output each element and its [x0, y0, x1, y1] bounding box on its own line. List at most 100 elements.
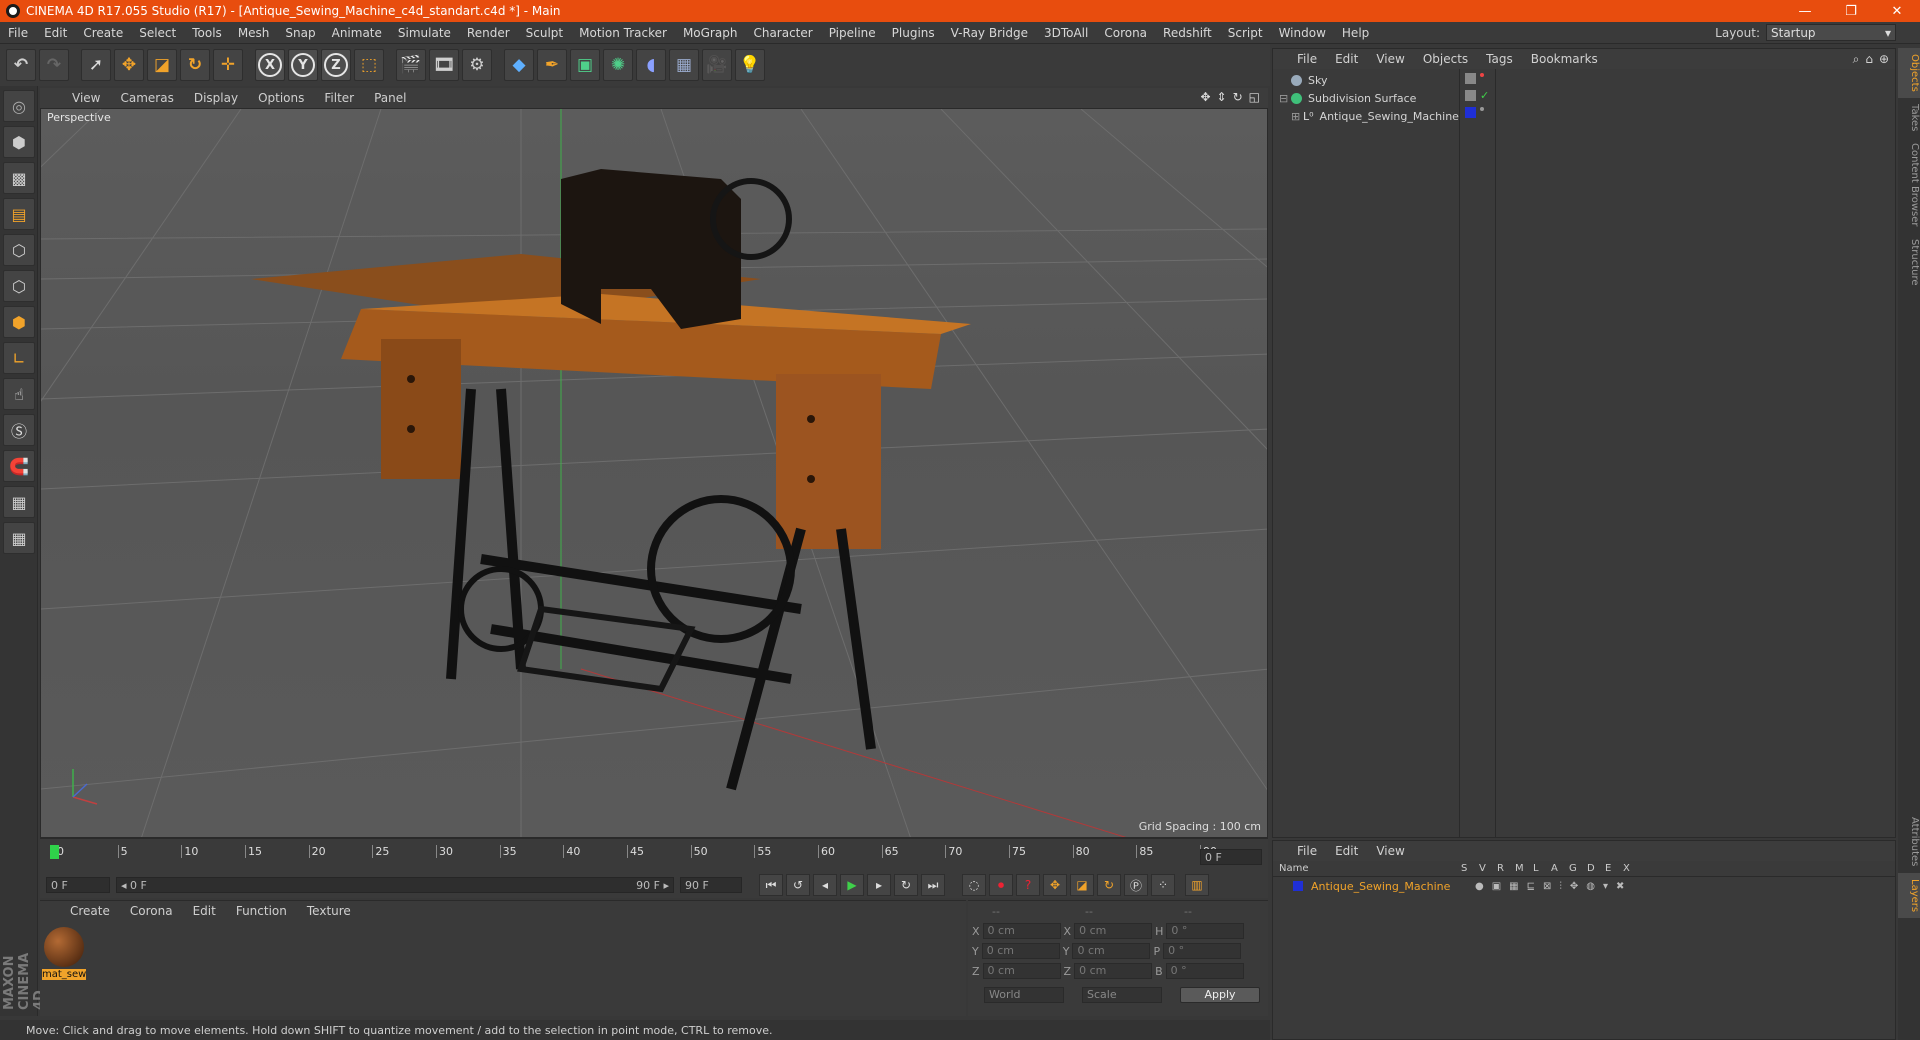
z-axis-button[interactable]: Z: [321, 49, 351, 81]
apply-button[interactable]: Apply: [1180, 987, 1260, 1003]
minimize-button[interactable]: —: [1782, 0, 1828, 22]
tab-objects[interactable]: Objects: [1898, 48, 1920, 98]
tab-layers[interactable]: Layers: [1898, 872, 1920, 918]
tab-structure[interactable]: Structure: [1898, 233, 1920, 292]
y-axis-button[interactable]: Y: [288, 49, 318, 81]
menu-file[interactable]: File: [0, 26, 36, 40]
timeline-window-button[interactable]: ▥: [1185, 874, 1209, 896]
key-rotation-button[interactable]: ↻: [1097, 874, 1121, 896]
object-menu-objects[interactable]: Objects: [1415, 52, 1476, 66]
auto-key-button[interactable]: ?: [1016, 874, 1040, 896]
viewport-rotate-icon[interactable]: ↻: [1233, 90, 1243, 104]
texture-mode-icon[interactable]: ▩: [3, 162, 35, 194]
menu-3dtoall[interactable]: 3DToAll: [1036, 26, 1096, 40]
size-x-field[interactable]: 0 cm: [1074, 923, 1153, 939]
menu-corona[interactable]: Corona: [1096, 26, 1155, 40]
snap-magnet-icon[interactable]: 🧲: [3, 450, 35, 482]
select-tool-button[interactable]: ➚: [81, 49, 111, 81]
layer-toggle-icons[interactable]: ●▣▦⊑⊠⫶✥◍▾✖: [1475, 881, 1632, 892]
workplane-icon[interactable]: ▤: [3, 198, 35, 230]
move-tool-button[interactable]: ✥: [114, 49, 144, 81]
menu-select[interactable]: Select: [131, 26, 184, 40]
tweak-mode-icon[interactable]: ☝: [3, 378, 35, 410]
object-row-subdivision-surface[interactable]: ⊟ Subdivision Surface: [1279, 89, 1416, 107]
object-menu-view[interactable]: View: [1368, 52, 1412, 66]
sewing-machine-model[interactable]: [251, 169, 971, 791]
undo-button[interactable]: ↶: [6, 49, 36, 81]
layer-menu-file[interactable]: File: [1289, 844, 1325, 858]
key-parameter-button[interactable]: Ⓟ: [1124, 874, 1148, 896]
expand-icon[interactable]: ⊞: [1291, 110, 1303, 123]
menu-help[interactable]: Help: [1334, 26, 1377, 40]
object-row-sky[interactable]: Sky: [1279, 71, 1327, 89]
menu-create[interactable]: Create: [75, 26, 131, 40]
viewport-menu-view[interactable]: View: [64, 91, 108, 105]
coord-system-select[interactable]: World: [984, 987, 1064, 1003]
layer-row[interactable]: Antique_Sewing_Machine ●▣▦⊑⊠⫶✥◍▾✖: [1273, 877, 1895, 895]
points-mode-icon[interactable]: ⬡: [3, 234, 35, 266]
viewport-menu-panel[interactable]: Panel: [366, 91, 414, 105]
position-x-field[interactable]: 0 cm: [982, 923, 1061, 939]
transform-tool-button[interactable]: ✛: [213, 49, 243, 81]
key-pla-button[interactable]: ⁘: [1151, 874, 1175, 896]
frame-range-slider[interactable]: ◂ 0 F 90 F ▸: [116, 877, 674, 893]
home-icon[interactable]: ⌂: [1865, 52, 1873, 67]
previous-key-button[interactable]: ↺: [786, 874, 810, 896]
maximize-button[interactable]: ❐: [1828, 0, 1874, 22]
object-menu-edit[interactable]: Edit: [1327, 52, 1366, 66]
layout-select[interactable]: Startup ▾: [1766, 24, 1896, 41]
layer-menu-view[interactable]: View: [1368, 844, 1412, 858]
floor-button[interactable]: ▦: [669, 49, 699, 81]
search-icon[interactable]: ⌕: [1853, 52, 1860, 67]
menu-snap[interactable]: Snap: [277, 26, 323, 40]
menu-sculpt[interactable]: Sculpt: [518, 26, 571, 40]
tab-attributes[interactable]: Attributes: [1898, 811, 1920, 872]
menu-render[interactable]: Render: [459, 26, 518, 40]
material-menu-corona[interactable]: Corona: [122, 904, 181, 918]
playhead-marker[interactable]: [50, 845, 59, 859]
viewport-maximize-icon[interactable]: ◱: [1249, 90, 1260, 104]
solo-icon[interactable]: Ⓢ: [3, 414, 35, 446]
menu-script[interactable]: Script: [1220, 26, 1271, 40]
collapse-icon[interactable]: ⊟: [1279, 92, 1291, 105]
deformer-button[interactable]: ◖: [636, 49, 666, 81]
size-z-field[interactable]: 0 cm: [1074, 963, 1153, 979]
menu-mesh[interactable]: Mesh: [230, 26, 278, 40]
viewport-menu-filter[interactable]: Filter: [316, 91, 362, 105]
object-menu-bookmarks[interactable]: Bookmarks: [1523, 52, 1606, 66]
3d-viewport[interactable]: Perspective Grid Spacing : 100 cm: [40, 108, 1268, 838]
x-axis-button[interactable]: X: [255, 49, 285, 81]
key-scale-button[interactable]: ◪: [1070, 874, 1094, 896]
record-button[interactable]: ⏺: [989, 874, 1013, 896]
menu-plugins[interactable]: Plugins: [884, 26, 943, 40]
play-button[interactable]: ▶: [840, 874, 864, 896]
previous-frame-button[interactable]: ◂: [813, 874, 837, 896]
go-to-start-button[interactable]: ⏮: [759, 874, 783, 896]
scale-tool-button[interactable]: ◪: [147, 49, 177, 81]
close-button[interactable]: ✕: [1874, 0, 1920, 22]
go-to-end-button[interactable]: ⏭: [921, 874, 945, 896]
menu-motion-tracker[interactable]: Motion Tracker: [571, 26, 675, 40]
menu-pipeline[interactable]: Pipeline: [821, 26, 884, 40]
viewport-move-icon[interactable]: ✥: [1200, 90, 1210, 104]
layer-color-swatch[interactable]: [1293, 881, 1303, 891]
polygons-mode-icon[interactable]: ⬢: [3, 306, 35, 338]
next-key-button[interactable]: ↻: [894, 874, 918, 896]
layer-color-swatch[interactable]: [1465, 107, 1476, 118]
keyframe-selection-button[interactable]: ◌: [962, 874, 986, 896]
cube-primitive-button[interactable]: ◆: [504, 49, 534, 81]
sky-render-dot[interactable]: [1480, 73, 1484, 77]
render-picture-viewer-button[interactable]: 🎞: [429, 49, 459, 81]
menu-tools[interactable]: Tools: [184, 26, 230, 40]
material-menu-texture[interactable]: Texture: [299, 904, 359, 918]
render-settings-button[interactable]: ⚙: [462, 49, 492, 81]
rotation-h-field[interactable]: 0 °: [1166, 923, 1245, 939]
machine-render-dot[interactable]: [1480, 107, 1484, 111]
spline-pen-button[interactable]: ✒: [537, 49, 567, 81]
rotation-p-field[interactable]: 0 °: [1163, 943, 1242, 959]
current-frame-field[interactable]: 0 F: [1200, 849, 1262, 865]
next-frame-button[interactable]: ▸: [867, 874, 891, 896]
coord-mode-select[interactable]: Scale: [1082, 987, 1162, 1003]
subdivision-button[interactable]: ▣: [570, 49, 600, 81]
position-z-field[interactable]: 0 cm: [982, 963, 1061, 979]
